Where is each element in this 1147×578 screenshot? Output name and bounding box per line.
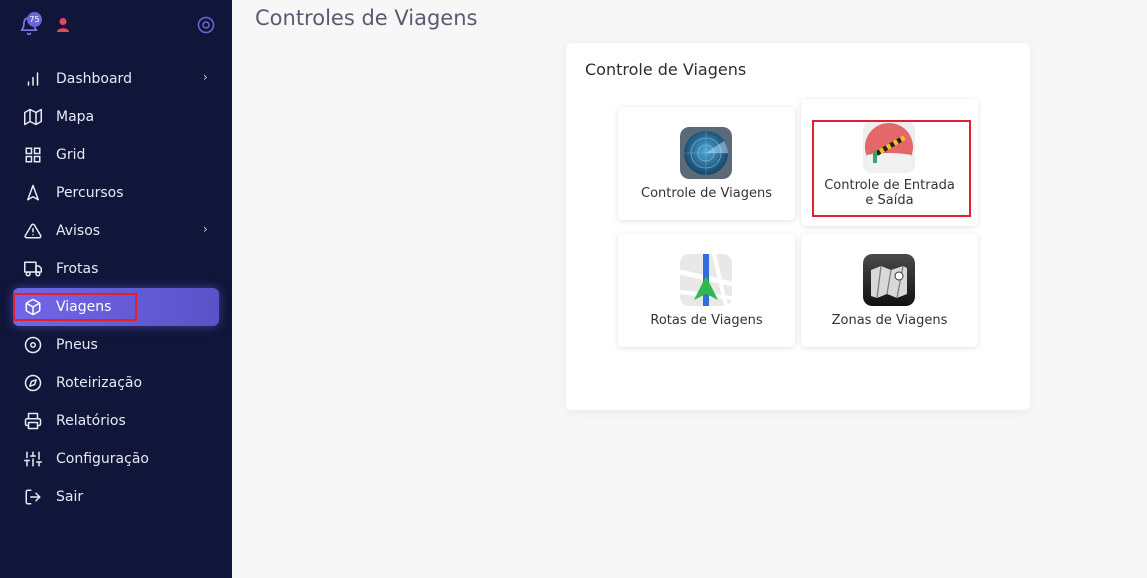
navigation-icon — [27, 184, 39, 201]
printer-icon — [24, 412, 42, 430]
compass-icon — [24, 374, 42, 392]
sidebar-item-label: Sair — [56, 489, 84, 505]
sidebar-item-label: Percursos — [56, 185, 124, 201]
tile-label: Controle de Viagens — [641, 186, 772, 201]
sidebar-item-label: Mapa — [56, 109, 95, 125]
sidebar-item-dashboard[interactable]: Dashboard › — [0, 60, 232, 98]
page-title: Controles de Viagens — [255, 6, 478, 30]
radar-icon — [680, 127, 732, 179]
sidebar-item-label: Relatórios — [56, 413, 126, 429]
notification-badge: 75 — [27, 12, 42, 27]
sidebar: 75 Dashboard › Mapa Grid Percursos Aviso… — [0, 0, 232, 578]
sidebar-item-mapa[interactable]: Mapa — [0, 98, 232, 136]
sidebar-topbar: 75 — [0, 0, 232, 52]
user-icon[interactable] — [56, 17, 70, 33]
sidebar-item-label: Pneus — [56, 337, 98, 353]
card-title: Controle de Viagens — [585, 60, 747, 79]
sidebar-item-grid[interactable]: Grid — [0, 136, 232, 174]
sidebar-item-label: Dashboard — [56, 71, 132, 87]
highlight-box — [13, 293, 137, 321]
sidebar-item-sair[interactable]: Sair — [0, 478, 232, 516]
sidebar-item-label: Roteirização — [56, 375, 143, 391]
tile-zonas-de-viagens[interactable]: Zonas de Viagens — [801, 234, 978, 347]
sidebar-item-frotas[interactable]: Frotas — [0, 250, 232, 288]
sidebar-item-label: Frotas — [56, 261, 99, 277]
logout-icon — [25, 489, 41, 505]
bar-chart-icon — [27, 72, 39, 86]
tile-label: Zonas de Viagens — [831, 313, 948, 328]
sidebar-item-avisos[interactable]: Avisos › — [0, 212, 232, 250]
grid-icon — [25, 147, 41, 163]
sidebar-item-pneus[interactable]: Pneus — [0, 326, 232, 364]
map-icon — [24, 108, 42, 126]
tile-rotas-de-viagens[interactable]: Rotas de Viagens — [618, 234, 795, 347]
chevron-right-icon: › — [203, 222, 208, 236]
tile-label: Rotas de Viagens — [650, 313, 763, 328]
sidebar-item-configuracao[interactable]: Configuração — [0, 440, 232, 478]
truck-icon — [24, 261, 42, 277]
sidebar-item-label: Avisos — [56, 223, 101, 239]
target-icon[interactable] — [197, 16, 215, 34]
disc-icon — [24, 336, 42, 354]
tile-controle-de-viagens[interactable]: Controle de Viagens — [618, 107, 795, 220]
sidebar-item-label: Grid — [56, 147, 86, 163]
alert-triangle-icon — [24, 223, 42, 239]
sidebar-item-label: Configuração — [56, 451, 149, 467]
chevron-right-icon: › — [203, 70, 208, 84]
highlight-box — [812, 120, 971, 217]
sidebar-item-roteirizacao[interactable]: Roteirização — [0, 364, 232, 402]
sidebar-item-relatorios[interactable]: Relatórios — [0, 402, 232, 440]
sliders-icon — [24, 451, 42, 467]
zone-map-icon — [863, 254, 915, 306]
route-map-icon — [680, 254, 732, 306]
sidebar-item-percursos[interactable]: Percursos — [0, 174, 232, 212]
